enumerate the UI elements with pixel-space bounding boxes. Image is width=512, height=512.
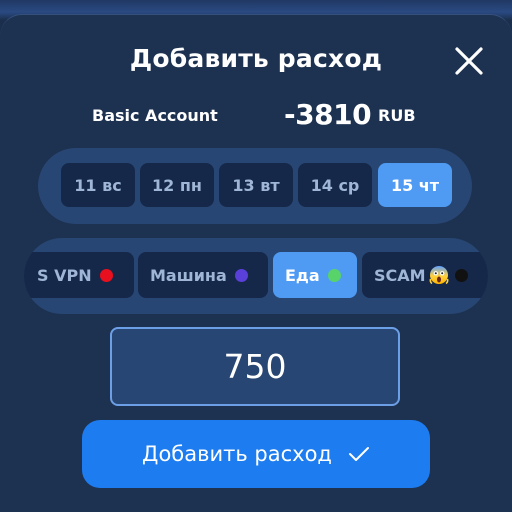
checkmark-icon (348, 447, 369, 461)
category-color-dot (327, 268, 341, 282)
add-expense-button-label: Добавить расход (142, 442, 332, 466)
date-chip-11[interactable]: 11 вс (61, 163, 135, 207)
category-chip-scam[interactable]: SCAM (362, 252, 488, 298)
category-label: SCAM (374, 265, 426, 285)
sheet-title: Добавить расход (129, 44, 383, 73)
amount-field[interactable] (110, 327, 400, 406)
category-color-dot (99, 268, 113, 282)
add-expense-button[interactable]: Добавить расход (82, 420, 430, 488)
category-label: Машина (150, 265, 227, 285)
close-button[interactable] (452, 44, 486, 78)
close-icon (455, 47, 483, 75)
category-chip-food-selected[interactable]: Еда (273, 252, 357, 298)
category-label: S VPN (37, 265, 92, 285)
account-name: Basic Account (92, 106, 218, 125)
account-balance: -3810 (284, 98, 372, 131)
category-label: Еда (285, 265, 320, 285)
account-currency: RUB (378, 106, 416, 125)
amount-input[interactable] (112, 329, 398, 404)
date-chip-14[interactable]: 14 ср (298, 163, 372, 207)
category-chip-vpn[interactable]: S VPN (24, 252, 134, 298)
date-chip-15-selected[interactable]: 15 чт (378, 163, 452, 207)
category-color-dot (454, 268, 468, 282)
category-color-dot (234, 268, 248, 282)
add-expense-screen: Добавить расход Basic Account -3810 RUB … (0, 0, 512, 512)
category-chip-car[interactable]: Машина (138, 252, 268, 298)
screaming-face-icon (429, 266, 449, 285)
category-track: S VPN Машина Еда SCAM (24, 238, 488, 314)
date-chip-12[interactable]: 12 пн (140, 163, 214, 207)
date-chip-13[interactable]: 13 вт (219, 163, 293, 207)
category-selector[interactable]: S VPN Машина Еда SCAM (24, 238, 488, 314)
